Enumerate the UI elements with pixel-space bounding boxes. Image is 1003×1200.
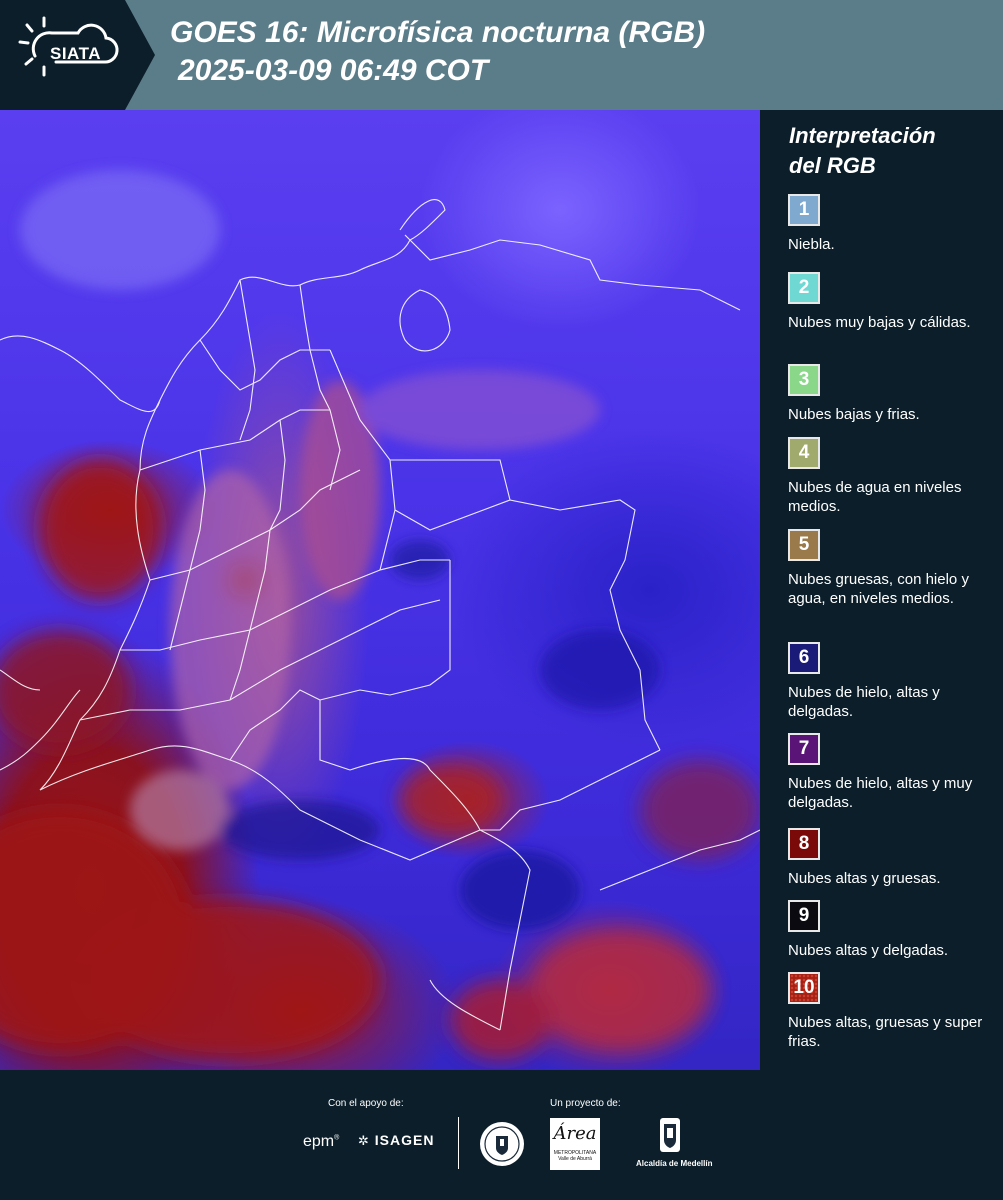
university-seal-logo [478,1120,526,1173]
title-line-2: 2025-03-09 06:49 COT [178,54,489,87]
legend-swatch: 5 [788,529,820,561]
legend-swatch: 4 [788,437,820,469]
legend-item-10: 10 Nubes altas, gruesas y super frias. [788,972,993,1051]
legend-item-7: 7 Nubes de hielo, altas y muy delgadas. [788,733,993,812]
epm-logo: epm® [303,1133,340,1150]
page-title: GOES 16: Microfísica nocturna (RGB) 2025… [170,14,705,90]
legend-swatch: 9 [788,900,820,932]
legend-number: 7 [798,738,810,759]
alcaldia-text: Alcaldía de Medellín [636,1159,713,1168]
legend-swatch: 6 [788,642,820,674]
legend-number: 1 [798,199,810,220]
seal-icon [480,1122,524,1166]
legend-label: Nubes de hielo, altas y muy delgadas. [788,775,973,811]
legend-number: 8 [798,833,810,854]
legend-item-6: 6 Nubes de hielo, altas y delgadas. [788,642,993,721]
legend-label: Nubes de hielo, altas y delgadas. [788,684,940,720]
legend-label: Nubes bajas y frias. [788,406,920,423]
legend-label: Nubes altas, gruesas y super frias. [788,1014,983,1050]
title-line-1: GOES 16: Microfísica nocturna (RGB) [170,16,706,49]
legend-number: 10 [793,977,815,998]
legend-label: Nubes altas y delgadas. [788,942,949,959]
project-label: Un proyecto de: [550,1098,621,1109]
legend-label: Nubes gruesas, con hielo y agua, en nive… [788,571,969,607]
header-bar: SIATA GOES 16: Microfísica nocturna (RGB… [0,0,1003,110]
legend-item-9: 9 Nubes altas y delgadas. [788,900,993,960]
footer: Con el apoyo de: Un proyecto de: epm® ✲ … [0,1070,1003,1200]
coat-of-arms-icon [660,1118,680,1152]
logo-text: SIATA [50,44,101,63]
legend-item-2: 2 Nubes muy bajas y cálidas. [788,272,993,332]
legend-number: 2 [798,277,810,298]
legend-label: Niebla. [788,236,835,253]
isagen-text: ISAGEN [374,1132,435,1148]
legend-swatch: 3 [788,364,820,396]
area-sub2: Valle de Aburrá [558,1156,592,1162]
legend-item-5: 5 Nubes gruesas, con hielo y agua, en ni… [788,529,993,608]
legend-title: Interpretación del RGB [789,121,936,181]
legend-title-line-2: del RGB [789,153,876,178]
legend-item-4: 4 Nubes de agua en niveles medios. [788,437,993,516]
footer-divider [458,1117,459,1169]
legend-label: Nubes muy bajas y cálidas. [788,314,971,331]
legend-label: Nubes altas y gruesas. [788,870,941,887]
legend-number: 9 [798,905,810,926]
legend-label: Nubes de agua en niveles medios. [788,479,962,515]
legend-swatch: 7 [788,733,820,765]
siata-logo: SIATA [0,0,155,110]
legend-swatch: 10 [788,972,820,1004]
legend-swatch: 8 [788,828,820,860]
alcaldia-logo: Alcaldía de Medellín [636,1116,713,1168]
legend-number: 5 [798,534,810,555]
support-label: Con el apoyo de: [328,1098,404,1109]
legend-number: 6 [798,647,810,668]
satellite-image [0,110,760,1070]
legend-item-8: 8 Nubes altas y gruesas. [788,828,993,888]
isagen-logo: ✲ ISAGEN [358,1132,434,1149]
legend-item-3: 3 Nubes bajas y frias. [788,364,993,424]
legend-item-1: 1 Niebla. [788,194,993,254]
area-main: Área [553,1123,597,1144]
legend-number: 3 [798,369,810,390]
legend-swatch: 1 [788,194,820,226]
legend-title-line-1: Interpretación [789,123,936,148]
area-metropolitana-logo: Área METROPOLITANA Valle de Aburrá [550,1118,600,1170]
legend-panel: Interpretación del RGB 1 Niebla. 2 Nubes… [760,110,1003,1070]
legend-number: 4 [798,442,810,463]
isagen-mark-icon: ✲ [358,1133,370,1148]
legend-swatch: 2 [788,272,820,304]
country-borders [0,170,760,1060]
epm-text: epm [303,1133,335,1150]
